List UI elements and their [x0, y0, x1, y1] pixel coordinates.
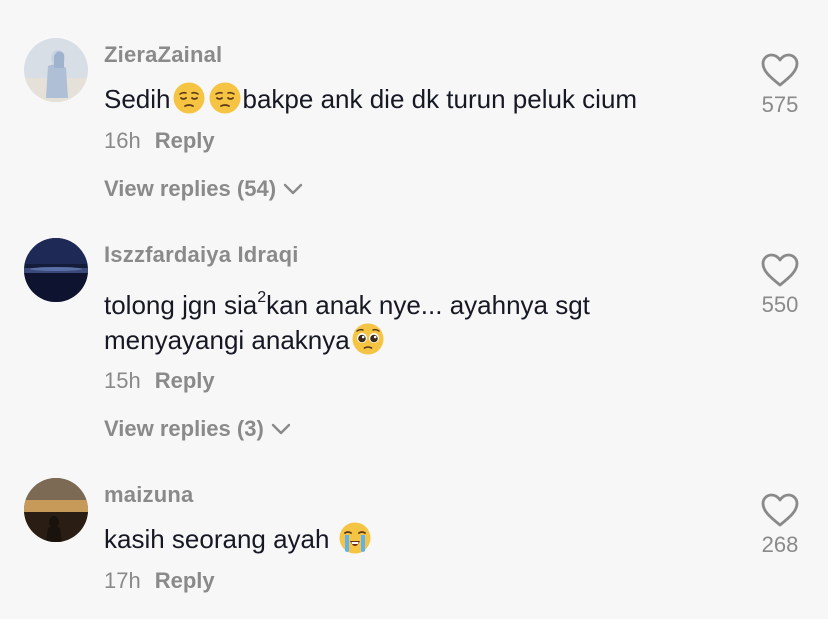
- username[interactable]: Iszzfardaiya Idraqi: [104, 242, 299, 268]
- pleading-face-emoji: [351, 322, 385, 356]
- comment-text: menyayangi anaknya: [104, 319, 386, 361]
- comment-text-part: kasih seorang ayah: [104, 524, 337, 554]
- reply-button[interactable]: Reply: [155, 368, 215, 393]
- comment-text-part: Sedih: [104, 84, 171, 114]
- chevron-down-icon: [283, 183, 303, 194]
- timestamp: 17h: [104, 568, 141, 593]
- timestamp: 15h: [104, 368, 141, 393]
- view-replies-label: View replies (54): [104, 176, 277, 201]
- avatar-image: [24, 238, 88, 302]
- view-replies-label: View replies (3): [104, 416, 264, 441]
- avatar-image: [24, 38, 88, 102]
- pensive-face-emoji: [208, 81, 242, 115]
- loudly-crying-face-emoji: [338, 521, 372, 555]
- view-replies-button[interactable]: View replies (54): [104, 176, 304, 202]
- avatar[interactable]: [24, 478, 88, 542]
- comment-text-part: menyayangi anaknya: [104, 325, 350, 355]
- chevron-down-icon: [271, 423, 290, 434]
- comment-meta: 16h Reply: [104, 128, 215, 154]
- username[interactable]: ZieraZainal: [104, 42, 222, 68]
- comment-text-part: kan anak nye... ayahnya sgt: [266, 290, 590, 320]
- view-replies-button[interactable]: View replies (3): [104, 416, 292, 442]
- superscript: 2: [257, 289, 267, 306]
- comment-text-part: bakpe ank die dk turun peluk cium: [242, 84, 638, 114]
- comment-text-part: tolong jgn sia: [104, 290, 258, 320]
- heart-icon: [761, 493, 799, 527]
- like-count: 268: [761, 532, 799, 557]
- like-count: 550: [761, 292, 799, 317]
- comments-list: ZieraZainal Sedih bakpe ank die dk turun …: [0, 0, 828, 619]
- avatar[interactable]: [24, 38, 88, 102]
- heart-icon: [761, 253, 799, 287]
- username[interactable]: maizuna: [104, 482, 193, 508]
- timestamp: 16h: [104, 128, 141, 153]
- heart-icon: [761, 53, 799, 87]
- reply-button[interactable]: Reply: [155, 128, 215, 153]
- avatar-image: [24, 478, 88, 542]
- like-button[interactable]: 550: [752, 252, 808, 318]
- comment-text: Sedih bakpe ank die dk turun peluk cium: [104, 78, 637, 120]
- like-count: 575: [761, 92, 799, 117]
- comment-text: kasih seorang ayah: [104, 518, 373, 560]
- pensive-face-emoji: [172, 81, 206, 115]
- like-button[interactable]: 268: [752, 492, 808, 558]
- reply-button[interactable]: Reply: [155, 568, 215, 593]
- comment-meta: 15h Reply: [104, 368, 215, 394]
- comment-meta: 17h Reply: [104, 568, 215, 594]
- avatar[interactable]: [24, 238, 88, 302]
- like-button[interactable]: 575: [752, 52, 808, 118]
